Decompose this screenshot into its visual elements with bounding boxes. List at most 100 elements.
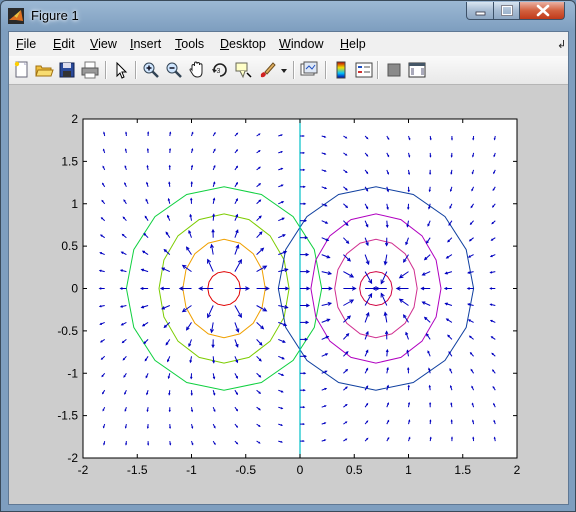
- figure-client-area: File Edit View Insert Tools Desktop Window Help…: [8, 31, 569, 505]
- field-arrowhead: [429, 138, 432, 141]
- y-tick-label: -1: [67, 366, 78, 380]
- menu-bar: File Edit View Insert Tools Desktop Window Help…: [9, 32, 568, 56]
- window-title: Figure 1: [31, 8, 79, 23]
- field-arrowhead: [125, 443, 128, 446]
- field-arrowhead: [125, 131, 128, 134]
- x-tick-label: 0.5: [346, 463, 363, 477]
- field-arrowhead: [147, 443, 150, 446]
- field-arrowhead: [124, 148, 127, 151]
- figure-window: Figure 1 File Edit View Insert Tools Desktop W…: [0, 0, 576, 512]
- hide-plot-tools-icon[interactable]: [384, 60, 404, 80]
- toolbar-separator: [377, 61, 379, 79]
- y-tick-label: -0.5: [57, 324, 78, 338]
- field-arrowhead: [493, 419, 496, 422]
- insert-colorbar-icon[interactable]: [331, 60, 351, 80]
- field-arrowhead: [493, 138, 496, 141]
- rotate-3d-icon[interactable]: 3: [210, 60, 230, 80]
- plot: -2 -1.5 -1 -0.5 0 0.5 1 1.5 2 2 1.5 1 0.5 0 -0.5 -1 -1.5…: [57, 112, 521, 477]
- field-arrowhead: [472, 155, 474, 158]
- matlab-logo-icon: [8, 8, 24, 24]
- field-arrowhead: [102, 148, 105, 151]
- field-arrowhead: [450, 155, 453, 158]
- field-arrowhead: [429, 402, 432, 405]
- x-tick-label: -2: [78, 463, 89, 477]
- menu-window[interactable]: Window: [279, 37, 323, 51]
- field-arrowhead: [302, 423, 306, 426]
- field-arrowhead: [168, 426, 172, 429]
- show-plot-tools-icon[interactable]: [407, 60, 427, 80]
- menu-tools[interactable]: Tools: [175, 37, 204, 51]
- y-tick-label: -1.5: [57, 409, 78, 423]
- y-tick-label: 2: [71, 112, 78, 126]
- field-arrowhead: [472, 419, 474, 422]
- field-arrowhead: [472, 436, 475, 439]
- x-tick-label: -1.5: [127, 463, 148, 477]
- field-arrowhead: [450, 138, 453, 141]
- field-arrowhead: [323, 135, 327, 138]
- toolbar-separator: [325, 61, 327, 79]
- title-bar[interactable]: Figure 1: [1, 1, 575, 31]
- field-arrowhead: [472, 138, 475, 141]
- zoom-out-icon[interactable]: [164, 60, 184, 80]
- field-arrowhead: [280, 440, 284, 443]
- save-figure-icon[interactable]: [57, 60, 77, 80]
- field-arrowhead: [429, 155, 432, 158]
- field-arrowhead: [103, 443, 106, 446]
- pan-icon[interactable]: [187, 60, 207, 80]
- y-tick-label: 1.5: [61, 154, 78, 168]
- figure-toolbar: 3: [9, 56, 568, 85]
- brush-dropdown-icon[interactable]: [278, 60, 288, 80]
- field-arrowhead: [302, 151, 306, 154]
- menu-file[interactable]: File: [16, 37, 36, 51]
- zoom-in-icon[interactable]: [141, 60, 161, 80]
- field-arrowhead: [302, 440, 305, 443]
- x-tick-label: 2: [514, 463, 521, 477]
- menu-edit[interactable]: Edit: [53, 37, 75, 51]
- minimize-button[interactable]: [466, 2, 494, 20]
- field-arrowhead: [429, 436, 432, 439]
- edit-plot-icon[interactable]: [111, 60, 131, 80]
- link-plot-icon[interactable]: [299, 60, 319, 80]
- field-arrowhead: [429, 419, 432, 422]
- brush-icon[interactable]: [257, 60, 277, 80]
- field-arrowhead: [124, 426, 127, 429]
- field-arrowhead: [147, 131, 150, 134]
- field-arrowhead: [302, 406, 306, 409]
- menu-help[interactable]: Help: [340, 37, 366, 51]
- maximize-button[interactable]: [493, 2, 520, 20]
- menu-view[interactable]: View: [90, 37, 117, 51]
- field-arrowhead: [450, 436, 453, 439]
- x-tick-label: 1.5: [454, 463, 471, 477]
- toolbar-separator: [135, 61, 137, 79]
- figure-canvas: -2 -1.5 -1 -0.5 0 0.5 1 1.5 2 2 1.5 1 0.5 0 -0.5 -1 -1.5…: [9, 85, 568, 504]
- field-arrowhead: [168, 148, 172, 151]
- close-button[interactable]: [519, 2, 565, 20]
- x-tick-label: -0.5: [235, 463, 256, 477]
- x-tick-label: 0: [297, 463, 304, 477]
- new-figure-icon[interactable]: [12, 60, 32, 80]
- open-file-icon[interactable]: [34, 60, 54, 80]
- field-arrowhead: [429, 172, 432, 175]
- field-arrowhead: [146, 147, 149, 151]
- x-tick-label: 1: [405, 463, 412, 477]
- y-tick-label: 0: [71, 282, 78, 296]
- x-tick-label: -1: [186, 463, 197, 477]
- menu-desktop[interactable]: Desktop: [220, 37, 266, 51]
- field-arrowhead: [169, 443, 172, 446]
- insert-legend-icon[interactable]: [354, 60, 374, 80]
- toolbar-separator: [293, 61, 295, 79]
- field-arrowhead: [103, 131, 106, 134]
- field-arrowhead: [323, 439, 327, 442]
- toolbar-separator: [105, 61, 107, 79]
- menu-insert[interactable]: Insert: [130, 37, 161, 51]
- field-arrowhead: [450, 419, 453, 422]
- y-tick-label: -2: [67, 451, 78, 465]
- y-tick-label: 0.5: [61, 239, 78, 253]
- field-arrowhead: [493, 436, 496, 439]
- field-arrowhead: [168, 164, 171, 168]
- field-arrowhead: [302, 168, 306, 171]
- data-cursor-icon[interactable]: [233, 60, 253, 80]
- dock-figure-icon[interactable]: ↲: [557, 38, 566, 51]
- print-figure-icon[interactable]: [80, 60, 100, 80]
- y-tick-label: 1: [71, 197, 78, 211]
